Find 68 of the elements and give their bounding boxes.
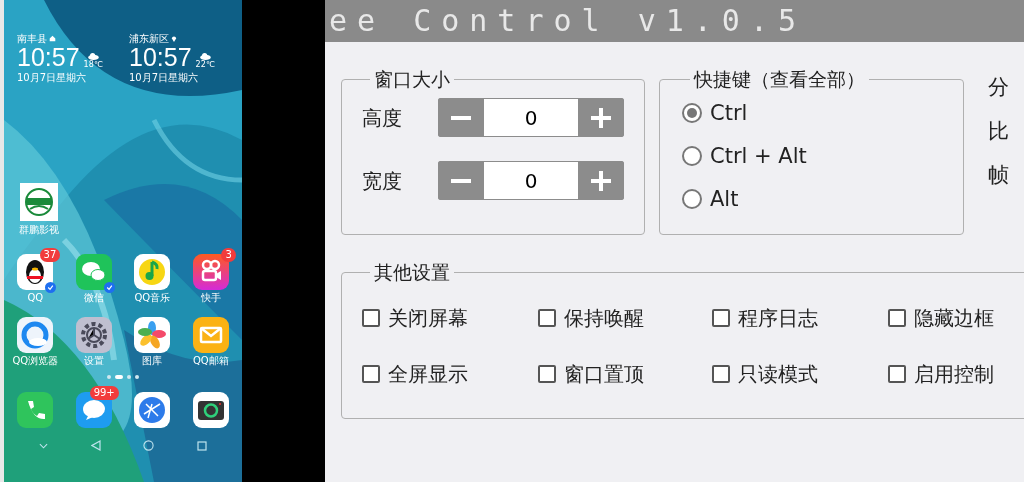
envelope-icon[interactable] [192,317,229,353]
group-title: 其他设置 [373,261,451,283]
field-label: 宽度 [362,167,403,195]
checkbox[interactable] [538,309,556,327]
phone-icon[interactable] [17,392,54,428]
app-label[interactable]: QQ音乐 [134,292,171,303]
radio-button[interactable] [682,103,702,123]
group-title: 窗口大小 [373,68,451,90]
app-label[interactable]: 图库 [142,355,163,366]
checkbox[interactable] [712,365,730,383]
shield-check-icon [103,282,115,293]
checkbox-option[interactable]: 关闭屏幕 [362,305,468,331]
cloud-icon[interactable] [17,317,54,353]
minus-icon [451,115,471,120]
location-label: 浦东新区 [129,33,169,44]
plus-icon [591,170,611,191]
app-label[interactable]: 快手 [200,292,221,303]
shortcut-logo-icon[interactable] [20,183,58,221]
recents-icon[interactable] [196,440,207,451]
field-label: 比 [988,120,1009,142]
checkbox[interactable] [362,309,380,327]
window-title: ee Control v1.0.5 [329,4,807,38]
checkbox-option[interactable]: 只读模式 [712,361,818,387]
minus-icon [451,178,471,183]
radio-button[interactable] [682,189,702,209]
checkbox[interactable] [538,365,556,383]
number-field[interactable]: 0 [484,99,578,136]
pin-icon [171,35,177,42]
temperature: 22℃ [195,60,215,70]
temperature: 18℃ [83,60,103,70]
checkbox-option[interactable]: 隐藏边框 [888,305,994,331]
pinwheel-icon[interactable] [134,317,171,353]
home-button-icon[interactable] [143,440,155,451]
globe-icon[interactable] [134,392,171,428]
cloud-icon [199,53,211,60]
checkbox-option[interactable]: 程序日志 [712,305,818,331]
date-label: 10月7日星期六 [129,72,200,83]
checkbox-option[interactable]: 全屏显示 [362,361,468,387]
music-note-icon[interactable] [134,254,171,290]
checkbox-option[interactable]: 保持唤醒 [538,305,644,331]
clock-time: 10:57 [17,44,80,70]
back-icon[interactable] [90,440,101,451]
checkbox[interactable] [888,365,906,383]
checkbox-option[interactable]: 启用控制 [888,361,994,387]
group-title: 快捷键（查看全部） [692,68,866,90]
field-label: 高度 [362,104,403,132]
field-label: 帧 [988,164,1009,186]
camera-icon[interactable] [192,392,229,428]
radio-option[interactable]: Ctrl + Alt [682,139,807,173]
checkbox-option[interactable]: 窗口置顶 [538,361,644,387]
home-icon [49,35,56,42]
checkbox[interactable] [362,365,380,383]
checkbox[interactable] [888,309,906,327]
radio-option[interactable]: Alt [682,182,739,216]
checkbox[interactable] [712,309,730,327]
cloud-icon [87,53,99,60]
radio-option[interactable]: Ctrl [682,96,748,130]
plus-icon [591,107,611,128]
radio-button[interactable] [682,146,702,166]
location-label: 南丰县 [17,33,47,44]
number-field[interactable]: 0 [484,162,578,199]
app-label[interactable]: QQ邮箱 [192,355,229,366]
shield-check-icon [45,282,57,293]
clock-time: 10:57 [129,44,192,70]
notification-badge: 3 [221,248,236,262]
field-label: 分 [988,76,1009,98]
date-label: 10月7日星期六 [17,72,88,83]
gear-icon[interactable] [75,317,112,353]
